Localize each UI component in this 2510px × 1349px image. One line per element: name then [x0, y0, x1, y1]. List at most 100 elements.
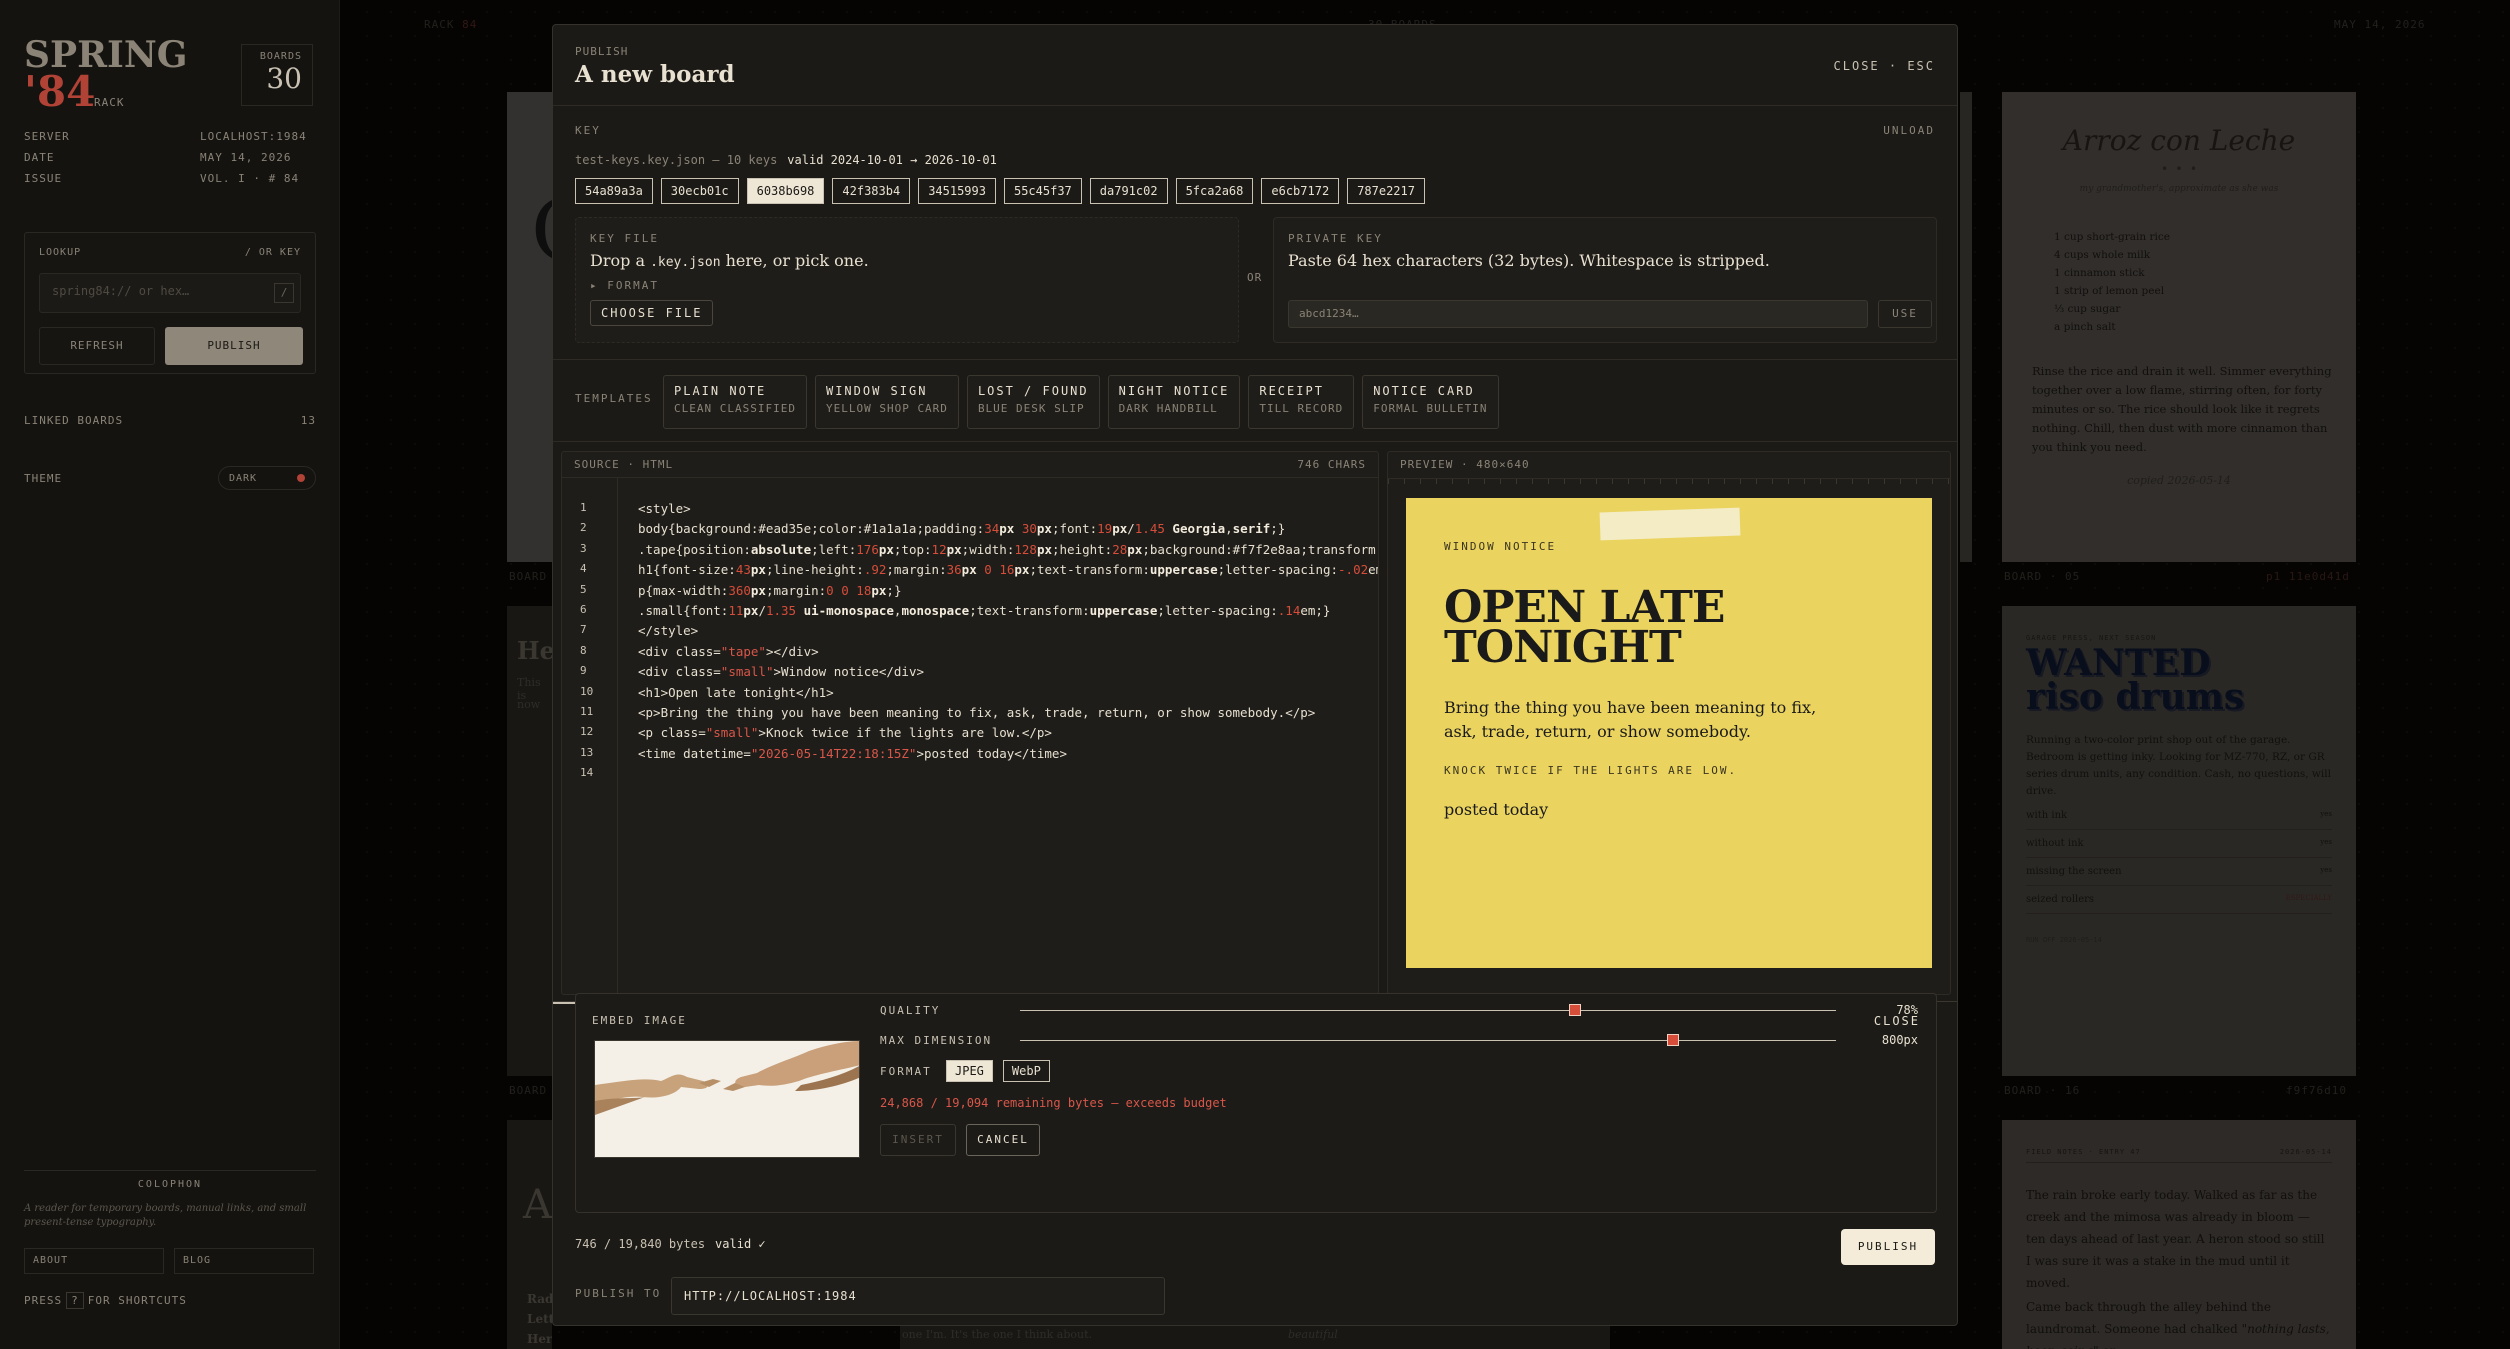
key-chip[interactable]: da791c02 — [1089, 178, 1168, 204]
quality-label: QUALITY — [880, 1003, 941, 1017]
notice-small: WINDOW NOTICE — [1444, 540, 1557, 553]
key-validity: valid 2024-10-01 → 2026-10-01 — [787, 153, 997, 167]
template-night-notice[interactable]: NIGHT NOTICE DARK HANDBILL — [1107, 375, 1241, 429]
unload-button[interactable]: UNLOAD — [1883, 124, 1935, 137]
key-chip[interactable]: 30ecb01c — [660, 178, 739, 204]
template-receipt[interactable]: RECEIPT TILL RECORD — [1248, 375, 1355, 429]
line-number: 6 — [580, 602, 587, 616]
insert-button[interactable]: INSERT — [880, 1124, 956, 1156]
template-window-sign[interactable]: WINDOW SIGN YELLOW SHOP CARD — [814, 375, 959, 429]
cancel-button[interactable]: CANCEL — [966, 1124, 1040, 1156]
slash-shortcut-badge: / — [274, 283, 294, 303]
key-chip[interactable]: 34515993 — [918, 178, 996, 204]
quality-slider-thumb[interactable] — [1568, 1003, 1581, 1016]
meta-key: ISSUE — [24, 172, 63, 185]
code-line: </style> — [638, 623, 699, 639]
code-line: p{max-width:360px;margin:0 0 18px;} — [638, 582, 902, 598]
source-header: SOURCE · HTML 746 CHARS — [562, 452, 1378, 478]
key-chip[interactable]: 5fca2a68 — [1175, 178, 1254, 204]
lookup-title: LOOKUP — [39, 247, 82, 258]
key-file-desc-code: .key.json — [650, 255, 721, 270]
template-list: PLAIN NOTE CLEAN CLASSIFIED WINDOW SIGN YE… — [663, 375, 1499, 429]
boards-count: 30 — [266, 62, 302, 95]
refresh-button[interactable]: REFRESH — [39, 327, 155, 365]
shortcut-rest: FOR SHORTCUTS — [87, 1294, 187, 1307]
template-name: NIGHT NOTICE — [1118, 384, 1230, 398]
lookup-input[interactable]: spring84:// or hex… / — [39, 273, 301, 313]
logo-sub: RACK — [94, 96, 125, 109]
code-line: .tape{position:absolute;left:176px;top:1… — [638, 541, 1378, 557]
divider — [553, 359, 1957, 360]
linked-boards-row[interactable]: LINKED BOARDS 13 — [24, 414, 316, 427]
template-sub: FORMAL BULLETIN — [1373, 402, 1488, 415]
byte-count-value: 746 / 19,840 bytes — [575, 1237, 706, 1251]
meta-key: DATE — [24, 151, 55, 164]
modal-title: A new board — [575, 61, 735, 88]
use-key-button[interactable]: USE — [1878, 300, 1932, 328]
template-lost-found[interactable]: LOST / FOUND BLUE DESK SLIP — [966, 375, 1100, 429]
tape-strip — [1599, 507, 1741, 541]
close-button[interactable]: CLOSE · ESC — [1834, 59, 1935, 73]
boards-label: BOARDS — [259, 51, 302, 62]
max-dimension-label: MAX DIMENSION — [880, 1033, 993, 1047]
code-line: <p class="small">Knock twice if the ligh… — [638, 725, 1052, 741]
embed-title: EMBED IMAGE — [592, 1014, 687, 1027]
line-number: 5 — [580, 582, 587, 596]
sidebar-publish-button[interactable]: PUBLISH — [165, 327, 303, 365]
colophon-text: A reader for temporary boards, manual li… — [24, 1203, 307, 1228]
validity-status: valid ✓ — [715, 1237, 766, 1251]
code-line: body{background:#ead35e;color:#1a1a1a;pa… — [638, 521, 1286, 537]
format-toggle[interactable]: ▸ FORMAT — [590, 279, 659, 292]
notice-heading: Open late tonight — [1444, 582, 1725, 673]
key-chip[interactable]: e6cb7172 — [1261, 178, 1340, 204]
meta-date: DATE MAY 14, 2026 — [24, 151, 316, 164]
colophon-title: COLOPHON — [24, 1170, 316, 1190]
max-dimension-slider-track[interactable] — [1020, 1033, 1836, 1046]
theme-toggle[interactable]: DARK — [218, 466, 316, 490]
line-number-gutter: 1 2 3 4 5 6 7 8 9 10 11 12 13 14 — [562, 478, 618, 994]
template-name: RECEIPT — [1259, 384, 1324, 398]
template-sub: YELLOW SHOP CARD — [825, 402, 948, 415]
quality-slider-track[interactable] — [1020, 1003, 1836, 1016]
key-chip[interactable]: 787e2217 — [1347, 178, 1425, 204]
linked-boards-label: LINKED BOARDS — [24, 414, 124, 427]
meta-value: LOCALHOST:1984 — [200, 130, 307, 143]
key-file-dropzone[interactable]: KEY FILE Drop a .key.json here, or pick … — [575, 217, 1239, 343]
preview-notice: WINDOW NOTICE Open late tonight Bring th… — [1406, 498, 1932, 968]
max-dimension-slider-row: MAX DIMENSION 800px — [880, 1030, 1918, 1050]
hands-image — [595, 1041, 859, 1157]
publish-button[interactable]: PUBLISH — [1841, 1229, 1935, 1265]
modal-eyebrow: PUBLISH — [575, 45, 629, 58]
publish-to-input[interactable]: HTTP://LOCALHOST:1984 — [671, 1277, 1165, 1315]
format-row: FORMAT JPEG WebP — [880, 1060, 1050, 1082]
blog-link[interactable]: BLOG — [174, 1248, 314, 1274]
template-plain-note[interactable]: PLAIN NOTE CLEAN CLASSIFIED — [663, 375, 807, 429]
divider — [553, 105, 1957, 106]
code-area[interactable]: <style> body{background:#ead35e;color:#1a… — [638, 501, 1378, 994]
choose-file-button[interactable]: CHOOSE FILE — [590, 300, 714, 326]
linked-boards-count: 13 — [300, 414, 316, 427]
or-label: OR — [1247, 271, 1263, 284]
key-chip-selected[interactable]: 6038b698 — [746, 178, 825, 204]
format-jpeg-option[interactable]: JPEG — [946, 1060, 993, 1082]
lookup-placeholder: spring84:// or hex… — [52, 284, 190, 298]
max-dimension-slider-thumb[interactable] — [1666, 1033, 1679, 1046]
key-file-desc-pre: Drop a — [590, 251, 645, 270]
key-chip[interactable]: 42f383b4 — [832, 178, 911, 204]
key-chip[interactable]: 55c45f37 — [1003, 178, 1082, 204]
key-chip[interactable]: 54a89a3a — [575, 178, 653, 204]
line-number: 7 — [580, 623, 587, 637]
lookup-panel: LOOKUP / OR KEY spring84:// or hex… / REFR… — [24, 232, 316, 374]
about-link[interactable]: ABOUT — [24, 1248, 164, 1274]
template-sub: DARK HANDBILL — [1118, 402, 1218, 415]
format-webp-option[interactable]: WebP — [1002, 1060, 1050, 1082]
source-chars: 746 CHARS — [1297, 458, 1366, 471]
source-title: SOURCE · HTML — [574, 458, 674, 471]
publish-to-label: PUBLISH TO — [575, 1287, 662, 1300]
template-name: NOTICE CARD — [1373, 384, 1475, 398]
line-number: 8 — [580, 643, 587, 657]
private-key-desc: Paste 64 hex characters (32 bytes). Whit… — [1288, 251, 1770, 270]
source-editor[interactable]: SOURCE · HTML 746 CHARS 1 2 3 4 5 6 7 8 9 10 11 12 13… — [561, 451, 1379, 995]
template-notice-card[interactable]: NOTICE CARD FORMAL BULLETIN — [1362, 375, 1499, 429]
private-key-input[interactable]: abcd1234… — [1288, 300, 1868, 328]
